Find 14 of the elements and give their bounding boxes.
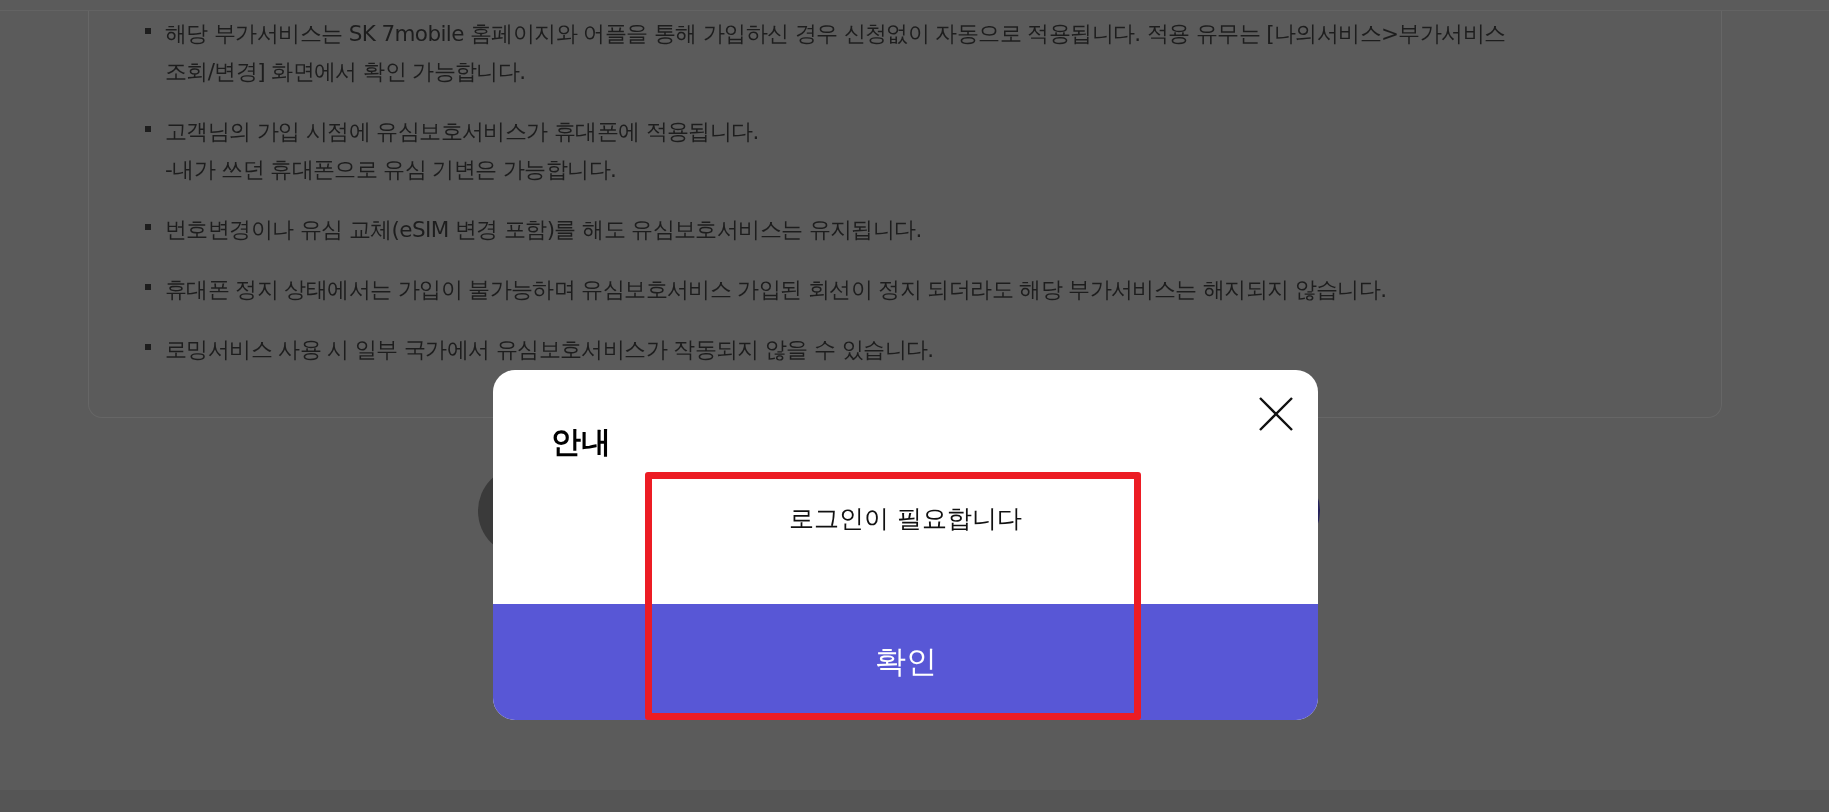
notice-text: 로밍서비스 사용 시 일부 국가에서 유심보호서비스가 작동되지 않을 수 있습니다.: [165, 336, 934, 364]
bullet-icon: [145, 224, 151, 230]
bullet-icon: [145, 344, 151, 350]
notice-text: 휴대폰 정지 상태에서는 가입이 불가능하며 유심보호서비스 가입된 회선이 정지 되더라도 해당 부가서비스는 해지되지 않습니다.: [165, 276, 1387, 304]
bullet-icon: [145, 126, 151, 132]
dialog-message: 로그인이 필요합니다: [788, 503, 1023, 535]
close-icon[interactable]: [1258, 396, 1294, 432]
notice-text: 해당 부가서비스는 SK 7mobile 홈페이지와 어플을 통해 가입하신 경우 신청없이 자동으로 적용됩니다. 적용 유무는 [나의서비스>부가서비스 조회/변경] 화면에서 확인 가능합니다.: [165, 20, 1506, 86]
bullet-icon: [145, 284, 151, 290]
confirm-button[interactable]: 확인: [493, 604, 1318, 720]
notice-text: 번호변경이나 유심 교체(eSIM 변경 포함)를 해도 유심보호서비스는 유지됩니다.: [165, 216, 922, 244]
dialog-title: 안내: [551, 423, 611, 461]
bullet-icon: [145, 28, 151, 34]
notice-text: 고객님의 가입 시점에 유심보호서비스가 휴대폰에 적용됩니다. -내가 쓰던 휴대폰으로 유심 기변은 가능합니다.: [165, 118, 759, 184]
